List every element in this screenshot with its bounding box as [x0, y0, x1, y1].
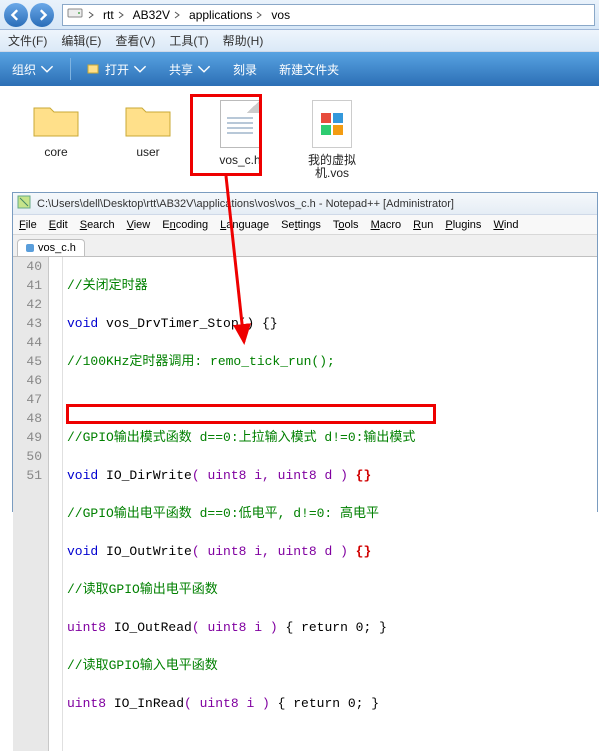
npp-menu-plugins[interactable]: Plugins: [445, 219, 481, 231]
classic-menu: 文件(F) 编辑(E) 查看(V) 工具(T) 帮助(H): [0, 30, 599, 52]
nav-back-button[interactable]: [4, 3, 28, 27]
nav-forward-button[interactable]: [30, 3, 54, 27]
npp-menu-view[interactable]: View: [127, 219, 151, 231]
folder-icon: [124, 100, 172, 140]
drive-icon: [67, 5, 83, 24]
menu-edit[interactable]: 编辑(E): [61, 32, 101, 49]
newfolder-button[interactable]: 新建文件夹: [273, 59, 345, 80]
tab-state-icon: [26, 244, 34, 252]
open-icon: [87, 62, 101, 76]
notepad-app-icon: [17, 195, 31, 212]
code-content[interactable]: //关闭定时器 void vos_DrvTimer_Stop() {} //10…: [63, 257, 597, 751]
highlight-box-line47: [66, 404, 436, 424]
npp-menu-encoding[interactable]: Encoding: [162, 219, 208, 231]
file-label: user: [136, 146, 159, 159]
vos-icon: [312, 100, 352, 148]
menu-help[interactable]: 帮助(H): [223, 32, 264, 49]
fold-column: [49, 257, 63, 751]
npp-menu-edit[interactable]: Edit: [49, 219, 68, 231]
notepad-window: C:\Users\dell\Desktop\rtt\AB32V\applicat…: [12, 192, 598, 512]
burn-button[interactable]: 刻录: [227, 59, 263, 80]
notepad-tab-active[interactable]: vos_c.h: [17, 239, 85, 256]
folder-user[interactable]: user: [118, 100, 178, 159]
menu-tools[interactable]: 工具(T): [169, 32, 208, 49]
file-pane: core user vos_c.h 我的虚拟机.vos: [0, 86, 599, 206]
crumb-item[interactable]: applications: [185, 8, 267, 22]
chevron-down-icon: [133, 62, 147, 76]
chevron-down-icon: [197, 62, 211, 76]
npp-menu-tools[interactable]: Tools: [333, 219, 359, 231]
npp-menu-run[interactable]: Run: [413, 219, 433, 231]
notepad-menubar: File Edit Search View Encoding Language …: [13, 215, 597, 235]
crumb-item[interactable]: rtt: [99, 8, 129, 22]
notepad-title-text: C:\Users\dell\Desktop\rtt\AB32V\applicat…: [37, 198, 454, 210]
folder-core[interactable]: core: [26, 100, 86, 159]
crumb-item[interactable]: AB32V: [129, 8, 185, 22]
npp-menu-macro[interactable]: Macro: [371, 219, 402, 231]
address-bar: rtt AB32V applications vos: [0, 0, 599, 30]
code-editor[interactable]: 40 41 42 43 44 45 46 47 48 49 50 51 //关闭…: [13, 257, 597, 751]
crumb-sep: [83, 11, 99, 19]
share-button[interactable]: 共享: [163, 59, 217, 80]
organize-button[interactable]: 组织: [6, 59, 60, 80]
tab-label: vos_c.h: [38, 242, 76, 254]
npp-menu-settings[interactable]: Settings: [281, 219, 321, 231]
npp-menu-language[interactable]: Language: [220, 219, 269, 231]
file-label: 我的虚拟机.vos: [302, 154, 362, 180]
file-label: core: [44, 146, 67, 159]
chevron-down-icon: [40, 62, 54, 76]
npp-menu-search[interactable]: Search: [80, 219, 115, 231]
menu-file[interactable]: 文件(F): [8, 32, 47, 49]
npp-menu-file[interactable]: File: [19, 219, 37, 231]
crumb-item[interactable]: vos: [267, 8, 294, 22]
toolbar-separator: [70, 58, 71, 80]
highlight-box-file: [190, 94, 262, 176]
notepad-titlebar[interactable]: C:\Users\dell\Desktop\rtt\AB32V\applicat…: [13, 193, 597, 215]
file-myvm-vos[interactable]: 我的虚拟机.vos: [302, 100, 362, 180]
breadcrumb[interactable]: rtt AB32V applications vos: [62, 4, 595, 26]
line-gutter: 40 41 42 43 44 45 46 47 48 49 50 51: [13, 257, 49, 751]
folder-icon: [32, 100, 80, 140]
open-button[interactable]: 打开: [81, 59, 153, 80]
notepad-tabbar: vos_c.h: [13, 235, 597, 257]
menu-view[interactable]: 查看(V): [115, 32, 155, 49]
npp-menu-window[interactable]: Wind: [493, 219, 518, 231]
explorer-toolbar: 组织 打开 共享 刻录 新建文件夹: [0, 52, 599, 86]
